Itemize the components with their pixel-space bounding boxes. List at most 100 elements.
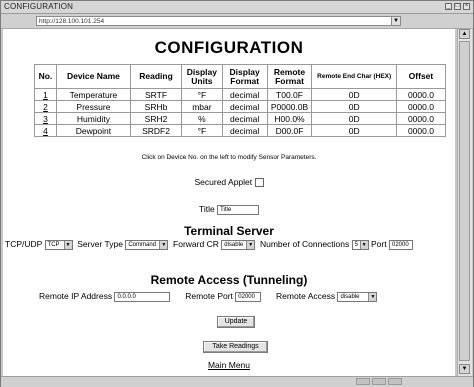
table-cell: P0000.0B — [266, 100, 313, 113]
table-cell: 0000.0 — [395, 112, 447, 125]
remote-ip-label: Remote IP Address — [39, 291, 113, 301]
address-bar: http://128.100.101.254 ▼ — [1, 14, 473, 29]
remote-access-value: disable — [340, 293, 360, 300]
table-cell: decimal — [221, 124, 268, 137]
chevron-down-icon: ▼ — [368, 292, 377, 301]
remote-access-label: Remote Access — [276, 291, 336, 301]
url-input[interactable]: http://128.100.101.254 — [36, 16, 401, 26]
port-input[interactable]: 02000 — [388, 239, 413, 250]
remote-access-row: Remote IP Address 0.0.0.0 Remote Port 02… — [39, 291, 378, 302]
arrow-up-icon[interactable]: ▲ — [459, 29, 470, 39]
device-number-cell[interactable]: 3 — [34, 112, 57, 125]
table-row: 3 Humidity SRH2 % decimal H00.0% 0D 0000… — [34, 112, 447, 125]
table-cell: °F — [181, 124, 223, 137]
scrollbar-thumb[interactable] — [459, 41, 470, 361]
table-cell: decimal — [221, 88, 268, 101]
column-header: Offset — [395, 64, 447, 89]
table-cell: 0000.0 — [395, 100, 447, 113]
table-cell: D00.0F — [266, 124, 313, 137]
table-cell: SRH2 — [129, 112, 183, 125]
table-cell: Dewpoint — [55, 124, 131, 137]
url-dropdown-icon[interactable]: ▼ — [391, 16, 401, 26]
table-cell: SRHb — [129, 100, 183, 113]
protocol-select[interactable]: TCP ▼ — [44, 239, 73, 250]
column-header: Device Name — [55, 64, 131, 89]
arrow-down-icon[interactable]: ▼ — [459, 364, 470, 374]
title-input[interactable]: Title — [217, 204, 260, 215]
table-cell: 0D — [311, 100, 397, 113]
forward-cr-label: Forward CR — [173, 239, 219, 249]
device-number-link[interactable]: 1 — [43, 90, 48, 100]
update-button[interactable]: Update — [217, 316, 255, 328]
status-segment — [372, 378, 386, 385]
table-cell: Pressure — [55, 100, 131, 113]
table-cell: mbar — [181, 100, 223, 113]
device-number-cell[interactable]: 4 — [34, 124, 57, 137]
main-menu-link[interactable]: Main Menu — [208, 360, 250, 370]
device-number-link[interactable]: 3 — [43, 114, 48, 124]
table-row: 1 Temperature SRTF °F decimal T00.0F 0D … — [34, 88, 447, 101]
page-content: CONFIGURATION No. Device Name Reading Di… — [3, 29, 455, 376]
chevron-down-icon: ▼ — [159, 240, 168, 249]
status-bar — [1, 376, 473, 387]
remote-access-select[interactable]: disable ▼ — [337, 291, 378, 302]
connections-value: 5 — [354, 241, 358, 248]
column-header: No. — [34, 64, 57, 89]
status-segment — [356, 378, 370, 385]
title-row: Title Title — [3, 204, 455, 215]
device-number-link[interactable]: 4 — [43, 126, 48, 136]
chevron-down-icon: ▼ — [63, 240, 72, 249]
table-cell: T00.0F — [266, 88, 313, 101]
table-row: 2 Pressure SRHb mbar decimal P0000.0B 0D… — [34, 100, 447, 113]
chevron-down-icon: ▼ — [359, 240, 368, 249]
server-type-label: Server Type — [77, 239, 123, 249]
connections-label: Number of Connections — [259, 239, 350, 249]
server-type-value: Command — [128, 241, 156, 248]
page-title: CONFIGURATION — [154, 38, 304, 57]
column-header: Display Format — [221, 64, 268, 89]
table-cell: 0D — [311, 124, 397, 137]
server-type-select[interactable]: Command ▼ — [125, 239, 169, 250]
table-cell: decimal — [221, 112, 268, 125]
terminal-server-heading: Terminal Server — [184, 224, 274, 238]
remote-ip-input[interactable]: 0.0.0.0 — [114, 291, 171, 302]
table-cell: 0D — [311, 88, 397, 101]
device-number-cell[interactable]: 2 — [34, 100, 57, 113]
remote-port-label: Remote Port — [185, 291, 233, 301]
secured-applet-label: Secured Applet — [194, 177, 253, 187]
close-button[interactable]: × — [463, 3, 470, 10]
device-number-cell[interactable]: 1 — [34, 88, 57, 101]
table-cell: Humidity — [55, 112, 131, 125]
table-cell: 0000.0 — [395, 88, 447, 101]
minimize-button[interactable]: _ — [445, 3, 452, 10]
column-header: Reading — [129, 64, 183, 89]
remote-access-heading: Remote Access (Tunneling) — [150, 273, 308, 287]
table-cell: decimal — [221, 100, 268, 113]
hint-text: Click on Device No. on the left to modif… — [141, 154, 317, 161]
column-header: Remote End Char (HEX) — [311, 64, 397, 89]
chevron-down-icon: ▼ — [246, 240, 255, 249]
vertical-scrollbar[interactable]: ▲ ▼ — [457, 29, 472, 376]
browser-window: CONFIGURATION _ □ × http://128.100.101.2… — [0, 0, 474, 387]
table-cell: H00.0% — [266, 112, 313, 125]
take-readings-button[interactable]: Take Readings — [203, 341, 268, 353]
connections-select[interactable]: 5 ▼ — [351, 239, 369, 250]
forward-cr-select[interactable]: disable ▼ — [221, 239, 256, 250]
main-menu-row: Main Menu — [3, 360, 455, 370]
window-title: CONFIGURATION — [4, 2, 74, 11]
table-row: 4 Dewpoint SRDF2 °F decimal D00.0F 0D 00… — [34, 124, 447, 137]
secured-applet-checkbox[interactable] — [254, 178, 264, 188]
device-number-link[interactable]: 2 — [43, 102, 48, 112]
remote-port-input[interactable]: 02000 — [235, 291, 262, 302]
forward-cr-value: disable — [224, 241, 244, 248]
title-label: Title — [198, 204, 215, 214]
title-bar: CONFIGURATION _ □ × — [1, 1, 473, 14]
port-label: Port — [371, 239, 387, 249]
table-header-row: No. Device Name Reading Display Units Di… — [34, 64, 447, 89]
maximize-button[interactable]: □ — [454, 3, 461, 10]
table-cell: % — [181, 112, 223, 125]
sensor-table: No. Device Name Reading Display Units Di… — [34, 64, 447, 137]
table-cell: °F — [181, 88, 223, 101]
status-segment — [388, 378, 402, 385]
terminal-server-row: TCP/UDP TCP ▼ Server Type Command ▼ Forwar… — [5, 239, 413, 250]
